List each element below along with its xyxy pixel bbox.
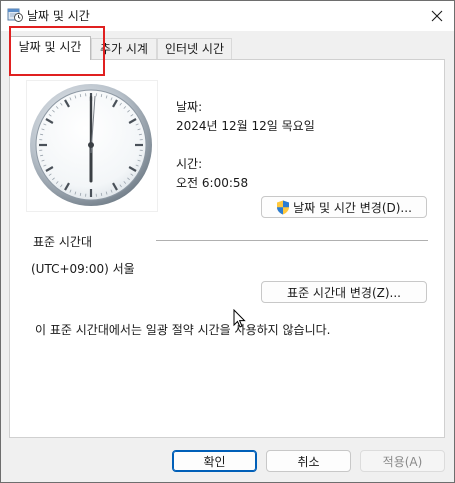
close-icon <box>431 10 443 22</box>
shield-icon <box>277 200 290 214</box>
change-date-time-button[interactable]: 날짜 및 시간 변경(D)... <box>261 196 427 218</box>
clock-face <box>30 84 152 206</box>
change-timezone-button[interactable]: 표준 시간대 변경(Z)... <box>261 281 427 303</box>
apply-button[interactable]: 적용(A) <box>360 450 445 472</box>
date-label: 날짜: <box>176 100 203 114</box>
date-value: 2024년 12월 12일 목요일 <box>176 119 315 133</box>
timezone-value: (UTC+09:00) 서울 <box>31 262 135 276</box>
ok-button[interactable]: 확인 <box>172 450 257 472</box>
timezone-section-label: 표준 시간대 <box>33 235 93 249</box>
analog-clock <box>27 81 157 211</box>
tab-highlight-annotation <box>9 26 105 76</box>
close-button[interactable] <box>420 1 454 31</box>
timezone-divider <box>156 240 428 241</box>
mouse-cursor-icon <box>233 309 246 328</box>
cancel-button[interactable]: 취소 <box>266 450 351 472</box>
calendar-clock-icon <box>7 8 23 22</box>
time-label: 시간: <box>176 157 203 171</box>
date-time-dialog: 날짜 및 시간 날짜 및 시간 추가 시계 인터넷 시간 날짜: 2024년 1… <box>0 0 455 483</box>
change-date-time-label: 날짜 및 시간 변경(D)... <box>293 200 412 215</box>
dst-note: 이 표준 시간대에서는 일광 절약 시간을 사용하지 않습니다. <box>35 323 331 337</box>
tab-internet-time[interactable]: 인터넷 시간 <box>157 38 232 59</box>
window-title: 날짜 및 시간 <box>27 9 90 23</box>
time-value: 오전 6:00:58 <box>176 176 249 190</box>
